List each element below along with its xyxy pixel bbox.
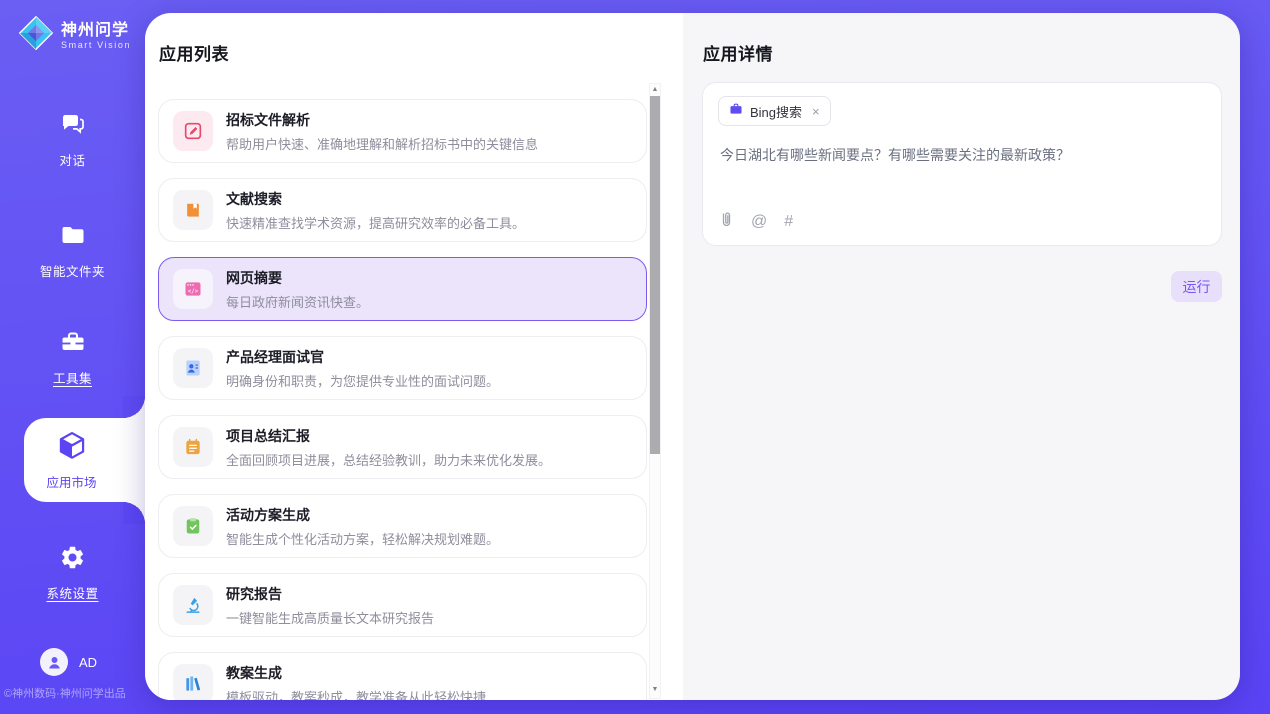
chat-icon — [59, 110, 87, 143]
sidebar-item-label: 工具集 — [53, 368, 92, 387]
query-text[interactable]: 今日湖北有哪些新闻要点？有哪些需要关注的最新政策？ — [720, 145, 1205, 165]
app-card-bid-parsing[interactable]: 招标文件解析 帮助用户快速、准确地理解和解析招标书中的关键信息 — [158, 99, 647, 163]
scrollbar-thumb[interactable] — [650, 96, 660, 454]
app-name: 产品经理面试官 — [226, 347, 499, 367]
cube-icon — [56, 430, 88, 467]
brand-subtitle: Smart Vision — [61, 40, 131, 50]
clipboard-check-icon — [173, 506, 213, 546]
app-name: 网页摘要 — [226, 268, 369, 288]
app-name: 项目总结汇报 — [226, 426, 551, 446]
briefcase-icon — [729, 102, 743, 121]
pen-square-icon — [173, 111, 213, 151]
app-card-lesson-plan[interactable]: 教案生成 模板驱动，教案秒成，教学准备从此轻松快捷 — [158, 652, 647, 700]
scroll-up-icon[interactable]: ▲ — [650, 85, 660, 95]
web-code-icon: </> — [173, 269, 213, 309]
app-desc: 快速精准查找学术资源，提高研究效率的必备工具。 — [226, 213, 525, 232]
toolbox-icon — [59, 328, 87, 361]
app-list-title: 应用列表 — [159, 40, 229, 65]
hash-icon[interactable]: # — [784, 214, 793, 230]
folder-icon — [59, 221, 87, 254]
paperclip-icon[interactable] — [719, 211, 734, 233]
app-name: 招标文件解析 — [226, 110, 538, 130]
app-card-web-summary[interactable]: </> 网页摘要 每日政府新闻资讯快查。 — [158, 257, 647, 321]
copyright-text: ©神州数码·神州问学出品 — [4, 685, 145, 701]
app-name: 教案生成 — [226, 663, 486, 683]
remove-tag-icon[interactable]: × — [812, 104, 820, 119]
app-name: 文献搜索 — [226, 189, 525, 209]
app-desc: 一键智能生成高质量长文本研究报告 — [226, 608, 434, 627]
gear-icon — [59, 544, 86, 576]
sidebar-item-smart-folder[interactable]: 智能文件夹 — [0, 221, 145, 280]
run-button[interactable]: 运行 — [1171, 271, 1222, 302]
app-card-research-report[interactable]: 研究报告 一键智能生成高质量长文本研究报告 — [158, 573, 647, 637]
app-name: 研究报告 — [226, 584, 434, 604]
app-card-literature-search[interactable]: 文献搜索 快速精准查找学术资源，提高研究效率的必备工具。 — [158, 178, 647, 242]
tool-tag-bing-search[interactable]: Bing搜索 × — [718, 96, 831, 126]
app-detail-panel: 应用详情 Bing搜索 × 今日湖北有哪些新闻要点？有哪些需要关注的最新政策？ — [683, 13, 1240, 700]
avatar — [40, 648, 68, 676]
user-name: AD — [79, 655, 97, 670]
tool-tag-label: Bing搜索 — [750, 102, 802, 121]
app-desc: 智能生成个性化活动方案，轻松解决规划难题。 — [226, 529, 499, 548]
app-card-pm-interviewer[interactable]: 产品经理面试官 明确身份和职责，为您提供专业性的面试问题。 — [158, 336, 647, 400]
app-desc: 明确身份和职责，为您提供专业性的面试问题。 — [226, 371, 499, 390]
note-icon — [173, 427, 213, 467]
user-account[interactable]: AD — [40, 648, 97, 676]
sidebar-item-label: 智能文件夹 — [40, 261, 105, 280]
sidebar-item-settings[interactable]: 系统设置 — [0, 544, 145, 602]
sidebar-item-app-market[interactable]: 应用市场 — [24, 418, 145, 502]
microscope-icon — [173, 585, 213, 625]
books-icon — [173, 664, 213, 700]
mention-icon[interactable]: @ — [751, 214, 767, 230]
brand-logo: 神州问学 Smart Vision — [18, 15, 131, 56]
app-detail-title: 应用详情 — [703, 40, 773, 65]
app-card-event-plan[interactable]: 活动方案生成 智能生成个性化活动方案，轻松解决规划难题。 — [158, 494, 647, 558]
app-list-panel: 应用列表 招标文件解析 帮助用户快速、准确地理解和解析招标书中的关键信息 — [145, 13, 683, 700]
sidebar-item-chat[interactable]: 对话 — [0, 110, 145, 169]
app-desc: 模板驱动，教案秒成，教学准备从此轻松快捷 — [226, 687, 486, 701]
brand-name: 神州问学 — [61, 22, 131, 40]
content-area: 应用列表 招标文件解析 帮助用户快速、准确地理解和解析招标书中的关键信息 — [145, 13, 1240, 700]
app-card-project-summary[interactable]: 项目总结汇报 全面回顾项目进展，总结经验教训，助力未来优化发展。 — [158, 415, 647, 479]
svg-text:</>: </> — [188, 289, 199, 295]
sidebar-item-label: 系统设置 — [46, 583, 98, 602]
editor-toolbar: @ # — [719, 211, 793, 233]
app-desc: 每日政府新闻资讯快查。 — [226, 292, 369, 311]
prompt-editor[interactable]: Bing搜索 × 今日湖北有哪些新闻要点？有哪些需要关注的最新政策？ @ # — [702, 82, 1222, 246]
interviewer-icon — [173, 348, 213, 388]
scroll-down-icon[interactable]: ▼ — [650, 685, 660, 695]
list-scrollbar[interactable]: ▲ ▼ — [649, 83, 661, 699]
app-name: 活动方案生成 — [226, 505, 499, 525]
app-desc: 帮助用户快速、准确地理解和解析招标书中的关键信息 — [226, 134, 538, 153]
sidebar-item-label: 对话 — [59, 150, 85, 169]
app-list: 招标文件解析 帮助用户快速、准确地理解和解析招标书中的关键信息 文献搜索 快速精… — [158, 83, 647, 700]
app-desc: 全面回顾项目进展，总结经验教训，助力未来优化发展。 — [226, 450, 551, 469]
sidebar-item-toolset[interactable]: 工具集 — [0, 328, 145, 387]
sidebar: 神州问学 Smart Vision 对话 智能文件夹 — [0, 0, 145, 714]
book-icon — [173, 190, 213, 230]
gem-logo-icon — [18, 15, 54, 56]
sidebar-item-label: 应用市场 — [46, 472, 96, 491]
